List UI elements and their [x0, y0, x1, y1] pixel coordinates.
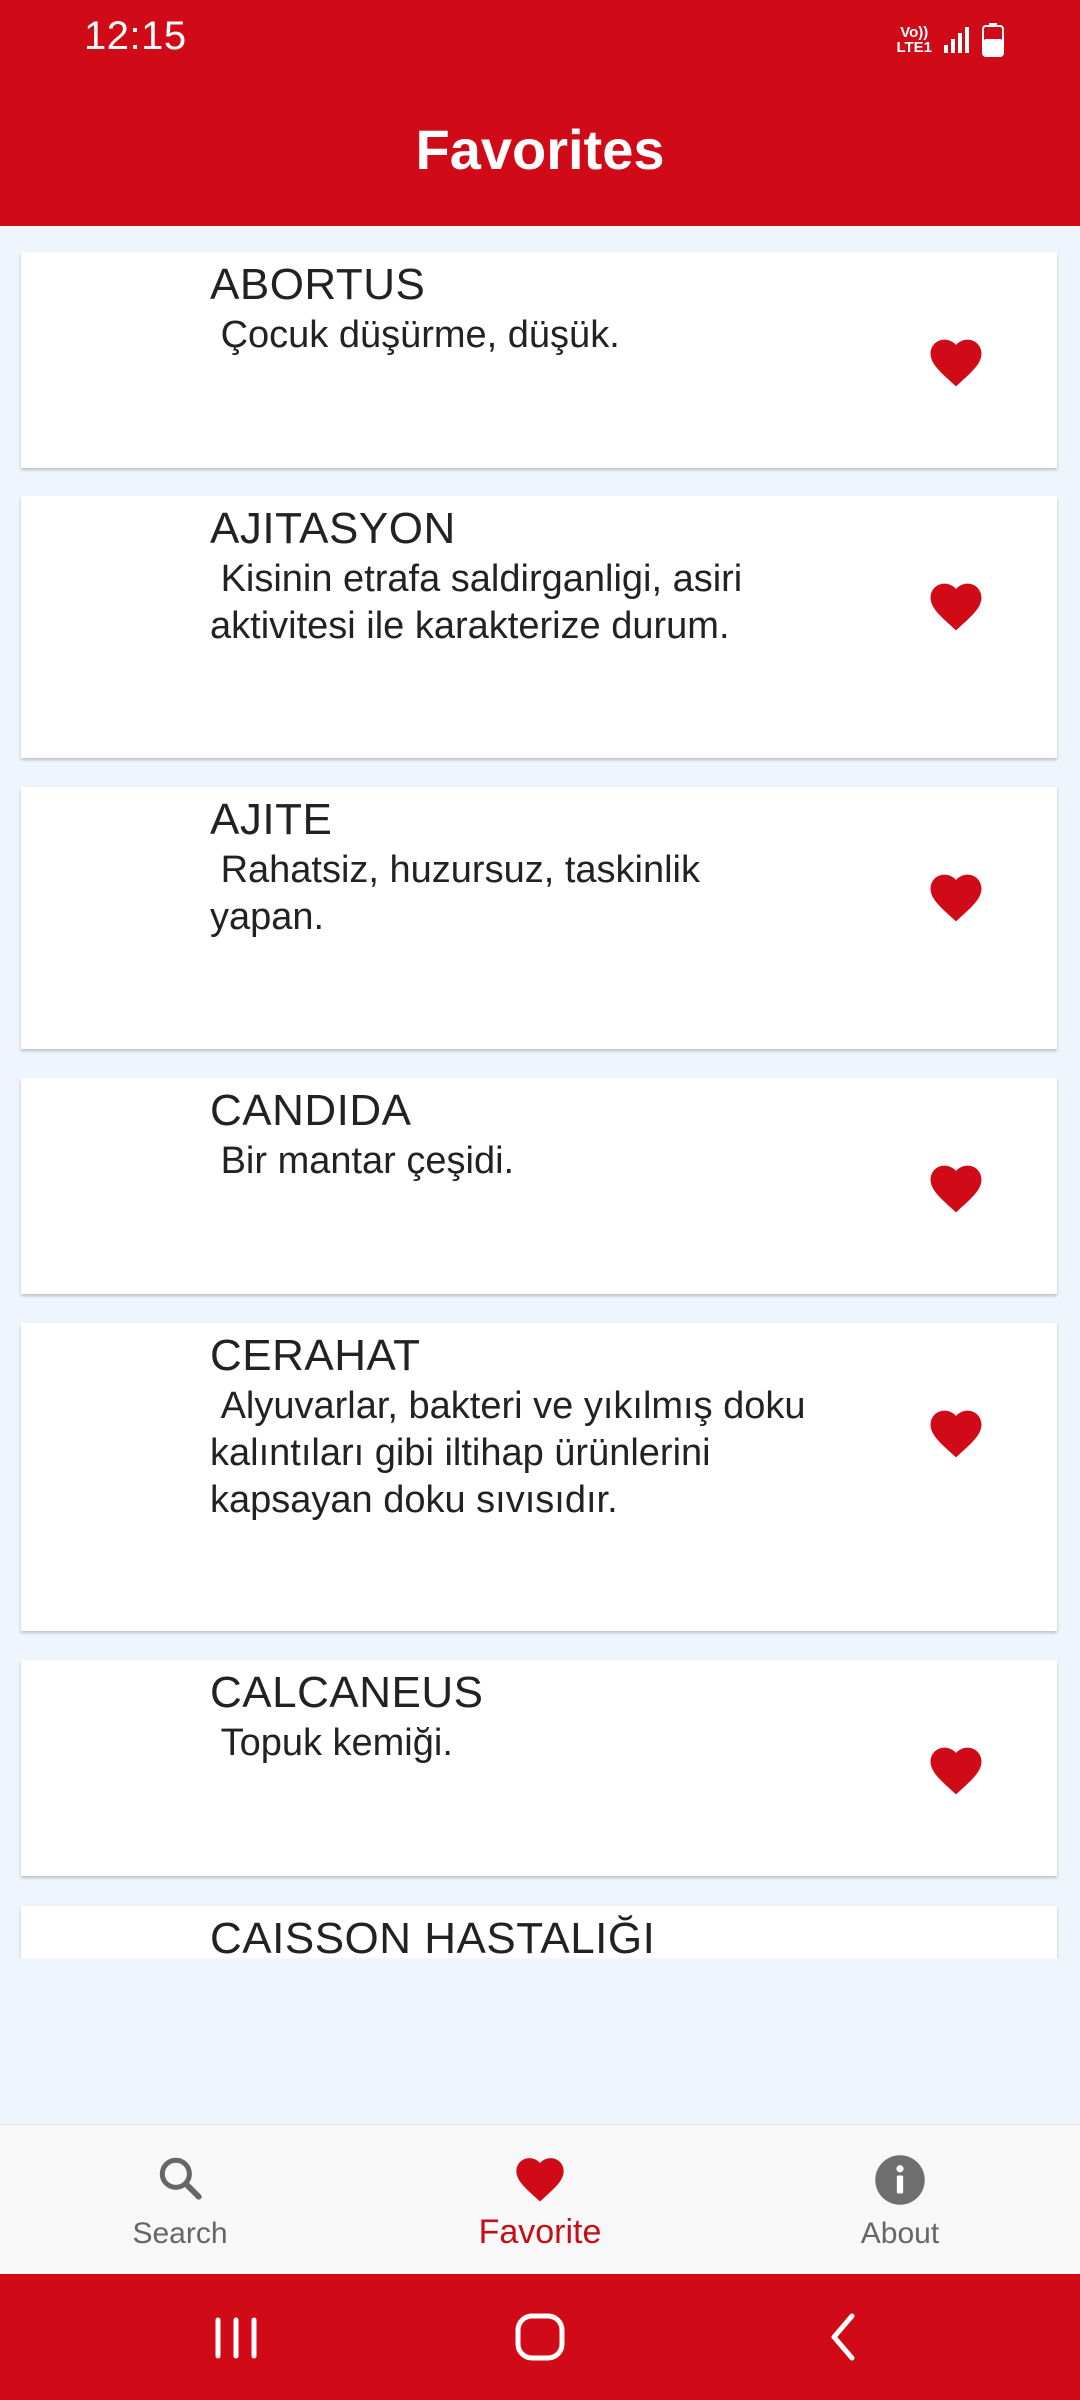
term-definition: Bir mantar çeşidi. [210, 1140, 515, 1182]
heart-icon [516, 2158, 564, 2202]
nav-favorite[interactable]: Favorite [420, 2125, 660, 2275]
search-icon [159, 2157, 202, 2200]
term-title: CERAHAT [210, 1331, 421, 1380]
info-icon [875, 2155, 925, 2205]
favorite-card[interactable]: CANDIDA Bir mantar çeşidi. [21, 1078, 1057, 1294]
term-title: CAISSON HASTALIĞI [210, 1914, 656, 1958]
term-definition: Topuk kemiği. [210, 1722, 453, 1764]
favorite-card[interactable]: AJITE Rahatsiz, huzursuz, taskinlik yapa… [21, 787, 1057, 1049]
favorite-card[interactable]: ABORTUS Çocuk düşürme, düşük. [21, 252, 1057, 468]
term-title: AJITE [210, 795, 333, 844]
favorite-card[interactable]: CERAHAT Alyuvarlar, bakteri ve yıkılmış … [21, 1323, 1057, 1631]
term-definition: Kisinin etrafa saldirganligi, asiri akti… [210, 558, 743, 647]
status-bar: 12:15 Vo)) LTE1 [0, 0, 1080, 76]
heart-icon[interactable] [925, 1403, 987, 1459]
term-title: AJITASYON [210, 504, 456, 553]
heart-icon[interactable] [925, 1158, 987, 1214]
favorite-card[interactable]: CALCANEUS Topuk kemiği. [21, 1660, 1057, 1876]
bottom-navigation: Search Favorite About [0, 2124, 1080, 2275]
favorite-card[interactable]: CAISSON HASTALIĞI [21, 1906, 1057, 1958]
heart-icon[interactable] [925, 332, 987, 388]
battery-icon [982, 23, 1004, 57]
favorites-list[interactable]: ABORTUS Çocuk düşürme, düşük. AJITASYON … [0, 226, 1080, 1958]
heart-icon[interactable] [925, 576, 987, 632]
system-navigation-bar [0, 2274, 1080, 2400]
nav-about[interactable]: About [780, 2125, 1020, 2275]
status-time: 12:15 [84, 14, 187, 58]
lte-label: LTE1 [896, 39, 932, 56]
term-definition: Çocuk düşürme, düşük. [210, 314, 620, 356]
term-title: CANDIDA [210, 1086, 412, 1135]
term-title: CALCANEUS [210, 1668, 484, 1717]
volte-lte-indicator: Vo)) LTE1 [896, 25, 932, 55]
heart-icon[interactable] [925, 1740, 987, 1796]
volte-label: Vo)) [900, 24, 929, 41]
back-icon[interactable] [804, 2302, 884, 2372]
app-bar: Favorites [0, 76, 1080, 226]
nav-search[interactable]: Search [60, 2125, 300, 2275]
nav-about-label: About [860, 2217, 940, 2250]
heart-icon[interactable] [925, 867, 987, 923]
signal-icon [944, 27, 969, 53]
status-icons: Vo)) LTE1 [896, 20, 1004, 60]
home-icon[interactable] [500, 2302, 580, 2372]
term-definition: Alyuvarlar, bakteri ve yıkılmış doku kal… [210, 1385, 806, 1521]
nav-search-label: Search [132, 2217, 228, 2250]
recent-apps-icon[interactable] [196, 2302, 276, 2372]
term-definition: Rahatsiz, huzursuz, taskinlik yapan. [210, 849, 700, 938]
page-title: Favorites [415, 117, 665, 181]
nav-favorite-label: Favorite [478, 2213, 602, 2251]
favorite-card[interactable]: AJITASYON Kisinin etrafa saldirganligi, … [21, 496, 1057, 758]
term-title: ABORTUS [210, 260, 426, 309]
